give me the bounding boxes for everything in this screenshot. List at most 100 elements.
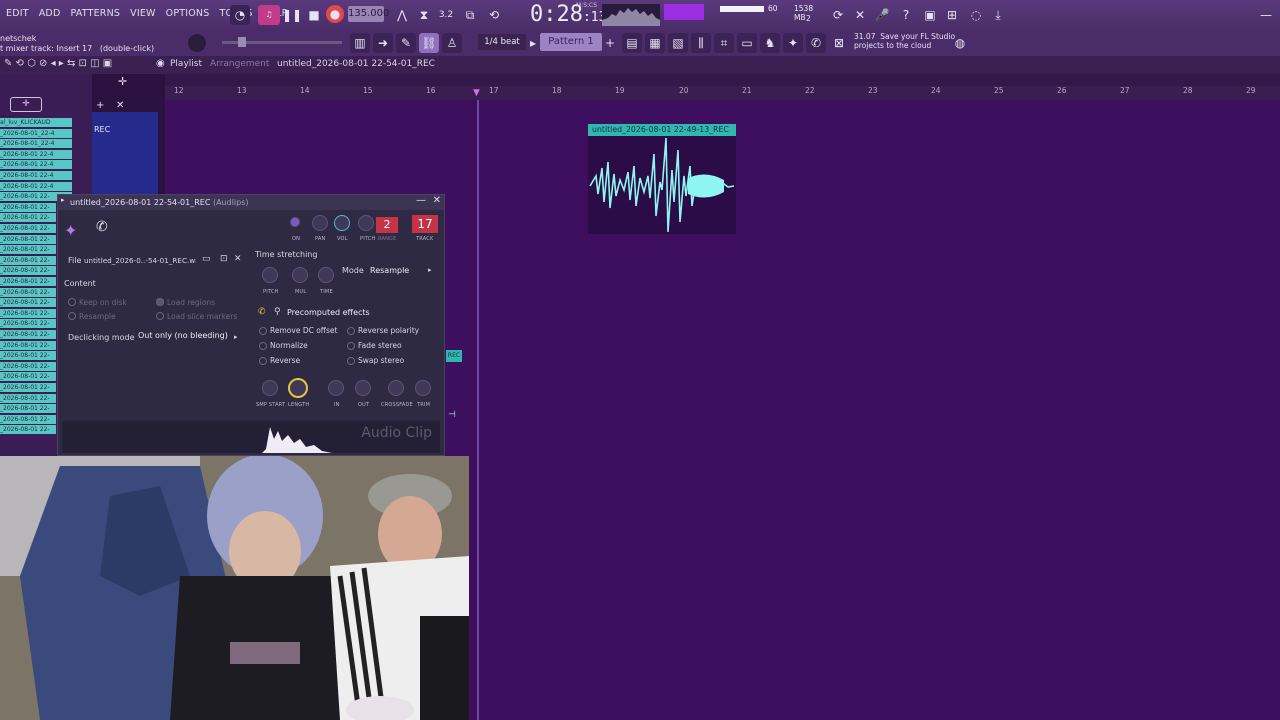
browser-item[interactable]: _2026-08-01 22- (0, 255, 56, 265)
menu-view[interactable]: VIEW (130, 8, 156, 19)
sample-start-knob[interactable] (262, 380, 278, 396)
remove-sample-icon[interactable]: ✕ (234, 254, 242, 264)
browser-item[interactable]: _2026-08-01 22- (0, 287, 56, 297)
sample-preview[interactable]: Audio Clip (62, 421, 440, 453)
tempo-display[interactable]: 135.000 (348, 6, 389, 22)
stamp-icon[interactable]: ♙ (442, 33, 462, 53)
remove-dc-radio[interactable] (259, 327, 267, 335)
browser-item[interactable]: _2026-08-01 22- (0, 277, 56, 286)
microphone-icon[interactable]: ⚲ (274, 307, 281, 317)
blend-icon[interactable]: ⧉ (460, 5, 480, 25)
reverse-polarity-radio[interactable] (347, 327, 355, 335)
browser-item[interactable]: _2026-08-01 22- (0, 202, 56, 212)
browser-item[interactable]: _2026-08-01 22-4 (0, 160, 72, 170)
browser-item[interactable]: _2026-08-01 22- (0, 372, 56, 382)
file-name[interactable]: untitled_2026-0..-54-01_REC.wav (84, 256, 196, 265)
fade-stereo-radio[interactable] (347, 342, 355, 350)
folder-icon[interactable]: ▭ (202, 254, 211, 264)
stop-icon[interactable]: ■ (304, 5, 324, 25)
record-mode-icon[interactable]: ◔ (230, 5, 250, 25)
mixer-window-icon[interactable]: ⫼ (691, 33, 711, 53)
project-icon[interactable]: ▭ (737, 33, 757, 53)
browser-item[interactable]: _2026-08-01 22- (0, 308, 56, 318)
mixer-icon[interactable]: ✕ (850, 5, 870, 25)
browser-item[interactable]: _2026-08-01 22- (0, 319, 56, 329)
browser-item[interactable]: _2026-08-01 22-4 (0, 171, 72, 180)
edit-sample-icon[interactable]: ⊡ (220, 254, 228, 264)
pitch-knob[interactable] (358, 215, 374, 231)
normalize-radio[interactable] (259, 342, 267, 350)
close-icon[interactable]: ✕ (433, 195, 441, 206)
snap-selector[interactable]: 1/4 beat (478, 34, 526, 50)
arrangement-label[interactable]: Arrangement (210, 59, 269, 69)
pattern-selector[interactable]: Pattern 1 (540, 33, 602, 51)
arrow-right-icon[interactable]: ➜ (373, 33, 393, 53)
wrench-icon[interactable]: ✆ (806, 33, 826, 53)
volume-knob[interactable] (334, 215, 350, 231)
timeline-ruler[interactable]: 12 13 14 15 16 17 18 19 20 21 22 23 24 2… (165, 86, 1280, 100)
menu-patterns[interactable]: PATTERNS (70, 8, 120, 19)
reverse-radio[interactable] (259, 357, 267, 365)
browser-item[interactable]: al_luv_KLICKAUD (0, 118, 72, 127)
master-pitch-knob[interactable] (188, 34, 206, 52)
trim-knob[interactable] (415, 380, 431, 396)
waveform-tab-icon[interactable]: ✦ (64, 221, 77, 240)
browser-item[interactable]: _2026-08-01 22- (0, 383, 56, 392)
add-pattern-icon[interactable]: + (604, 33, 616, 53)
chat-icon[interactable]: ◌ (966, 5, 986, 25)
menu-edit[interactable]: EDIT (6, 8, 29, 19)
minimize-icon[interactable]: — (1256, 5, 1276, 25)
save-icon[interactable]: ▣ (920, 5, 940, 25)
browser-item[interactable]: _2026-08-01 22-4 (0, 149, 72, 159)
browser-item[interactable]: _2026-08-01 22- (0, 224, 56, 233)
menu-options[interactable]: OPTIONS (166, 8, 210, 19)
audio-clip[interactable]: untitled_2026-08-01 22-49-13_REC (588, 124, 736, 234)
browser-item[interactable]: _2026-08-01 22- (0, 425, 56, 435)
browser-item[interactable]: _2026-08-01 22- (0, 393, 56, 403)
length-knob[interactable] (288, 378, 308, 398)
browser-icon[interactable]: ⌗ (714, 33, 734, 53)
link-icon[interactable]: ⛓ (419, 33, 439, 53)
browser-item[interactable]: _2026-08-01 22- (0, 351, 56, 361)
browser-item[interactable]: _2026-08-01 22- (0, 213, 56, 223)
move-icon[interactable]: ✛ (118, 75, 127, 88)
window-menu-icon[interactable]: ▸ (61, 196, 65, 204)
stretch-time-knob[interactable] (318, 267, 334, 283)
wrench-icon[interactable]: ✆ (258, 307, 266, 317)
minimize-icon[interactable]: — (416, 195, 426, 206)
close-icon[interactable]: ✕ (116, 100, 124, 111)
tempo-tapper-icon[interactable]: ✦ (783, 33, 803, 53)
plugin-picker-icon[interactable]: ♞ (760, 33, 780, 53)
browser-item[interactable]: _2026-08-01 22-4 (0, 181, 72, 191)
out-knob[interactable] (355, 380, 371, 396)
keep-on-disk-radio[interactable] (68, 298, 76, 306)
browser-item[interactable]: _2026-08-01 22- (0, 234, 56, 244)
piano-roll-icon[interactable]: ▥ (350, 33, 370, 53)
playhead-marker-icon[interactable]: ▼ (473, 88, 480, 98)
record-icon[interactable]: ● (326, 5, 344, 23)
browser-item[interactable]: _2026-08-01 22- (0, 266, 56, 276)
playlist-overview[interactable] (165, 74, 1280, 86)
piano-roll-window-icon[interactable]: ▧ (668, 33, 688, 53)
browser-item[interactable]: _2026-08-01 22- (0, 330, 56, 339)
globe-icon[interactable]: ◍ (950, 33, 970, 53)
playlist-window-icon[interactable]: ◉ (156, 58, 165, 69)
cloud-notice[interactable]: 31.07 Save your FL Studio projects to th… (854, 32, 955, 50)
menu-add[interactable]: ADD (39, 8, 61, 19)
wait-icon[interactable]: ⧗ (414, 5, 434, 25)
pattern-arrow-icon[interactable]: ▸ (528, 33, 538, 53)
load-slice-radio[interactable] (156, 312, 164, 320)
load-regions-radio[interactable] (156, 298, 164, 306)
pan-knob[interactable] (312, 215, 328, 231)
channel-rack-icon[interactable]: ▦ (645, 33, 665, 53)
download-icon[interactable]: ⤓ (988, 5, 1008, 25)
store-icon[interactable]: ⊠ (829, 33, 849, 53)
browser-item[interactable]: _2026-08-01 22- (0, 340, 56, 350)
browser-item[interactable]: _2026-08-01 22- (0, 298, 56, 308)
declicking-select[interactable]: Out only (no bleeding) (138, 331, 228, 340)
add-icon[interactable]: + (96, 100, 104, 111)
browser-item[interactable]: _2026-08-01_22-4 (0, 139, 72, 149)
add-track-icon[interactable]: ✛ (10, 97, 42, 112)
crossfade-knob[interactable] (388, 380, 404, 396)
browser-item[interactable]: _2026-08-01_22-4 (0, 128, 72, 138)
